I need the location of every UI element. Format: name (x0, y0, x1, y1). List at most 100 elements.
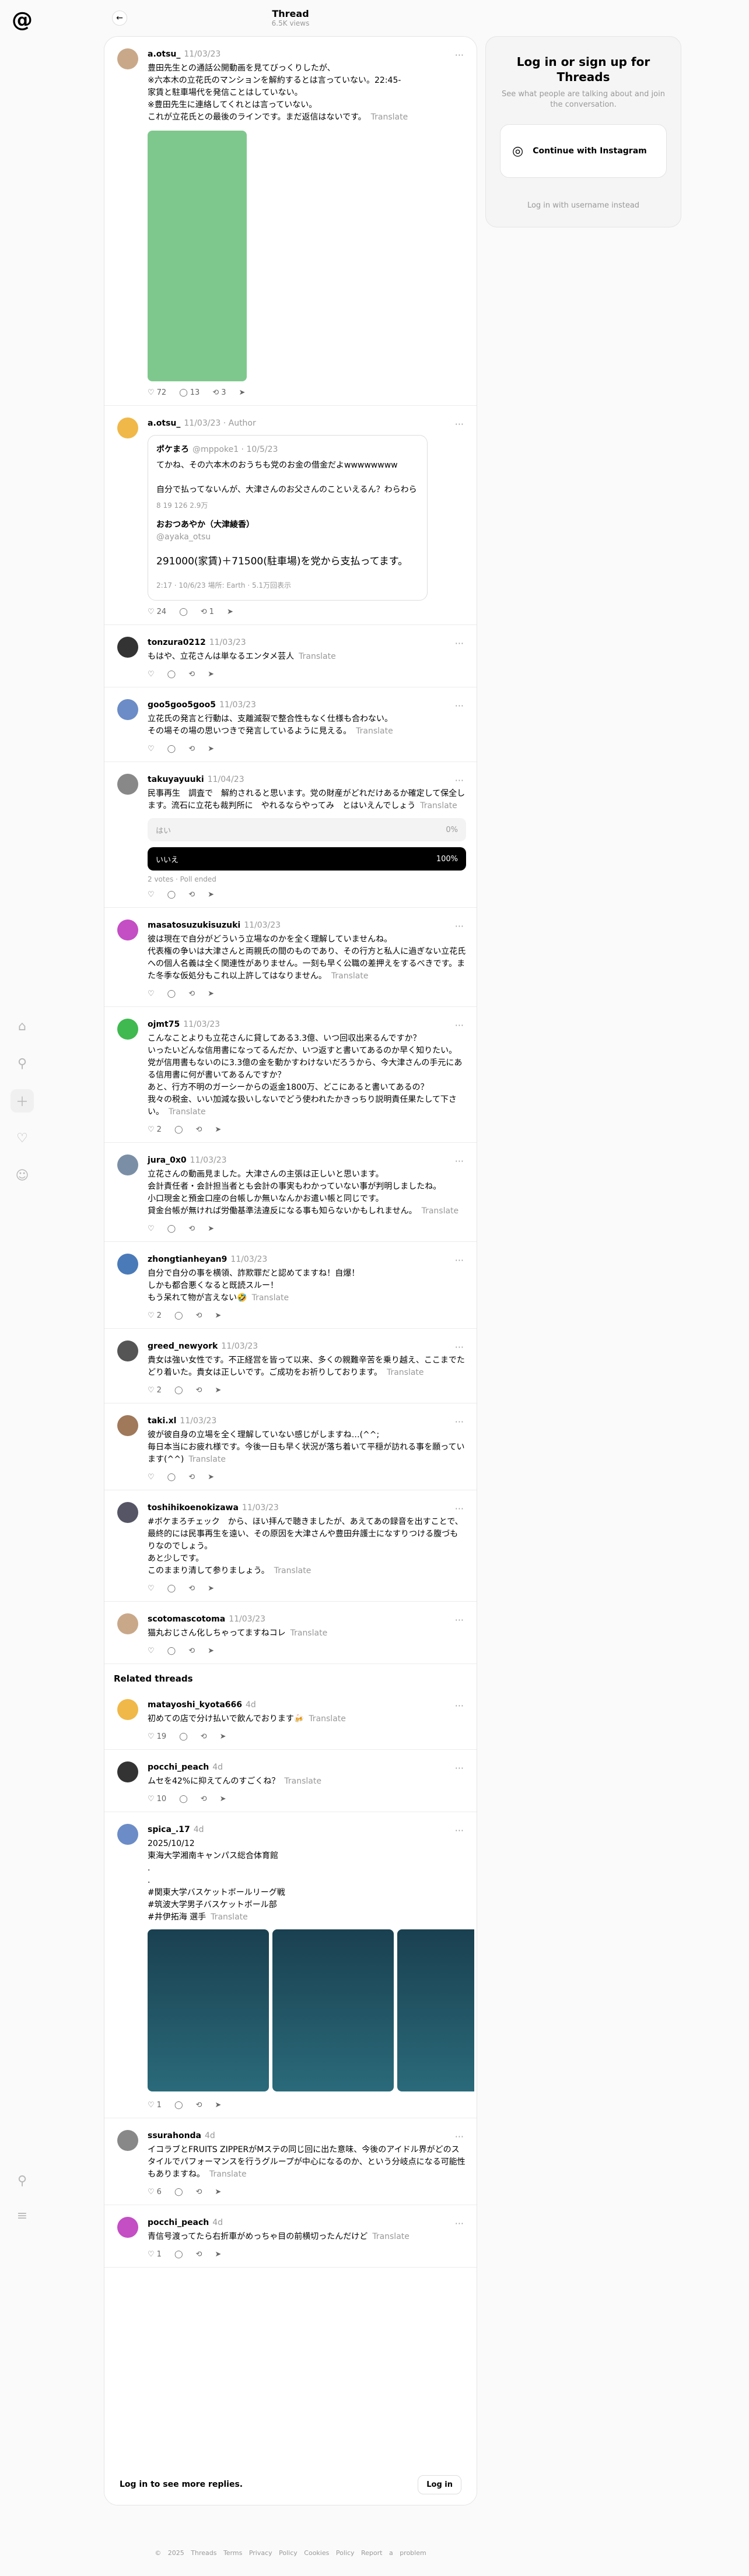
avatar[interactable] (117, 1824, 138, 1845)
more-options-icon[interactable]: ··· (455, 419, 464, 430)
like-button[interactable]: ♡ 6 (148, 2188, 162, 2196)
translate-link[interactable]: Translate (372, 2232, 410, 2241)
translate-link[interactable]: Translate (284, 1777, 321, 1786)
embedded-tweet[interactable]: ポケまろ @mppoke1 · 10/5/23 てかね、その六本木のおうちも党のお金… (148, 435, 428, 601)
share-button[interactable]: ➤ (227, 608, 233, 616)
reply-button[interactable]: ◯ (167, 989, 176, 998)
screenshot-image[interactable] (148, 131, 247, 381)
more-options-icon[interactable]: ··· (455, 2131, 464, 2142)
reply-button[interactable]: ◯ (174, 2101, 183, 2110)
more-options-icon[interactable]: ··· (455, 1342, 464, 1353)
like-button[interactable]: ♡ (148, 745, 155, 753)
like-button[interactable]: ♡ (148, 1584, 155, 1593)
avatar[interactable] (117, 774, 138, 795)
avatar[interactable] (117, 48, 138, 69)
like-button[interactable]: ♡ 2 (148, 1311, 162, 1320)
translate-link[interactable]: Translate (309, 1714, 346, 1724)
translate-link[interactable]: Translate (274, 1566, 312, 1575)
repost-button[interactable]: ⟲ (188, 670, 195, 679)
avatar[interactable] (117, 1761, 138, 1782)
username[interactable]: a.otsu_ (148, 50, 180, 59)
like-button[interactable]: ♡ (148, 1473, 155, 1482)
repost-button[interactable]: ⟲ (188, 890, 195, 899)
reply-button[interactable]: ◯ (179, 1795, 188, 1803)
photo[interactable] (272, 1929, 394, 2091)
avatar[interactable] (117, 1154, 138, 1175)
username[interactable]: jura_0x0 (148, 1156, 187, 1165)
more-options-icon[interactable]: ··· (455, 50, 464, 61)
search-icon[interactable]: ⚲ (10, 1052, 34, 1075)
share-button[interactable]: ➤ (215, 2188, 221, 2196)
repost-button[interactable]: ⟲ (196, 2188, 202, 2196)
heart-icon[interactable]: ♡ (10, 1126, 34, 1150)
share-button[interactable]: ➤ (215, 1311, 221, 1320)
reply-button[interactable]: ◯ (167, 670, 176, 679)
back-button[interactable]: ← (112, 10, 127, 26)
share-button[interactable]: ➤ (215, 2250, 221, 2259)
repost-button[interactable]: ⟲ (196, 2101, 202, 2110)
reply-button[interactable]: ◯ (179, 608, 188, 616)
login-button[interactable]: Log in (418, 2475, 461, 2494)
like-button[interactable]: ♡ (148, 1647, 155, 1655)
translate-link[interactable]: Translate (290, 1629, 328, 1638)
profile-icon[interactable]: ☺ (10, 1164, 34, 1187)
avatar[interactable] (117, 1415, 138, 1436)
more-options-icon[interactable]: ··· (455, 1700, 464, 1711)
like-button[interactable]: ♡ 72 (148, 388, 166, 397)
poll-option[interactable]: はい 0% (148, 818, 466, 841)
like-button[interactable]: ♡ 10 (148, 1795, 166, 1803)
translate-link[interactable]: Translate (387, 1368, 424, 1377)
like-button[interactable]: ♡ 1 (148, 2101, 162, 2110)
reply-button[interactable]: ◯ (167, 890, 176, 899)
reply-button[interactable]: ◯ (167, 1584, 176, 1593)
more-options-icon[interactable]: ··· (455, 700, 464, 711)
translate-link[interactable]: Translate (331, 971, 369, 981)
avatar[interactable] (117, 1502, 138, 1523)
username[interactable]: ojmt75 (148, 1020, 180, 1029)
like-button[interactable]: ♡ (148, 1224, 155, 1233)
translate-link[interactable]: Translate (356, 727, 393, 736)
translate-link[interactable]: Translate (420, 801, 457, 810)
share-button[interactable]: ➤ (215, 1125, 221, 1134)
like-button[interactable]: ♡ 2 (148, 1386, 162, 1395)
avatar[interactable] (117, 2217, 138, 2238)
translate-link[interactable]: Translate (211, 1912, 248, 1922)
share-button[interactable]: ➤ (239, 388, 246, 397)
more-options-icon[interactable]: ··· (455, 775, 464, 786)
username-login-link[interactable]: Log in with username instead (500, 201, 667, 210)
avatar[interactable] (117, 2130, 138, 2151)
username[interactable]: taki.xl (148, 1416, 176, 1426)
repost-button[interactable]: ⟲ (196, 2250, 202, 2259)
like-button[interactable]: ♡ 19 (148, 1732, 166, 1741)
share-button[interactable]: ➤ (208, 989, 214, 998)
username[interactable]: tonzura0212 (148, 638, 206, 647)
username[interactable]: greed_newyork (148, 1342, 218, 1351)
translate-link[interactable]: Translate (209, 2170, 247, 2179)
username[interactable]: ssurahonda (148, 2131, 201, 2140)
username[interactable]: zhongtianheyan9 (148, 1255, 227, 1264)
more-options-icon[interactable]: ··· (455, 638, 464, 649)
translate-link[interactable]: Translate (422, 1206, 459, 1216)
menu-icon[interactable]: ≡ (10, 2204, 34, 2227)
instagram-login-button[interactable]: ◎ Continue with Instagram (500, 124, 667, 178)
photo[interactable] (397, 1929, 474, 2091)
more-options-icon[interactable]: ··· (455, 2218, 464, 2229)
username[interactable]: takuyayuuki (148, 775, 204, 784)
more-options-icon[interactable]: ··· (455, 1416, 464, 1427)
more-options-icon[interactable]: ··· (455, 1825, 464, 1836)
reply-button[interactable]: ◯ (167, 745, 176, 753)
share-button[interactable]: ➤ (215, 1386, 221, 1395)
username[interactable]: spica_.17 (148, 1825, 190, 1834)
more-options-icon[interactable]: ··· (455, 1763, 464, 1774)
translate-link[interactable]: Translate (299, 652, 336, 661)
share-button[interactable]: ➤ (208, 1473, 214, 1482)
more-options-icon[interactable]: ··· (455, 1255, 464, 1266)
photo[interactable] (148, 1929, 269, 2091)
reply-button[interactable]: ◯ (167, 1473, 176, 1482)
avatar[interactable] (117, 699, 138, 720)
like-button[interactable]: ♡ (148, 670, 155, 679)
translate-link[interactable]: Translate (169, 1107, 206, 1117)
avatar[interactable] (117, 920, 138, 940)
repost-button[interactable]: ⟲ (188, 1473, 195, 1482)
reply-button[interactable]: ◯ 13 (179, 388, 200, 397)
